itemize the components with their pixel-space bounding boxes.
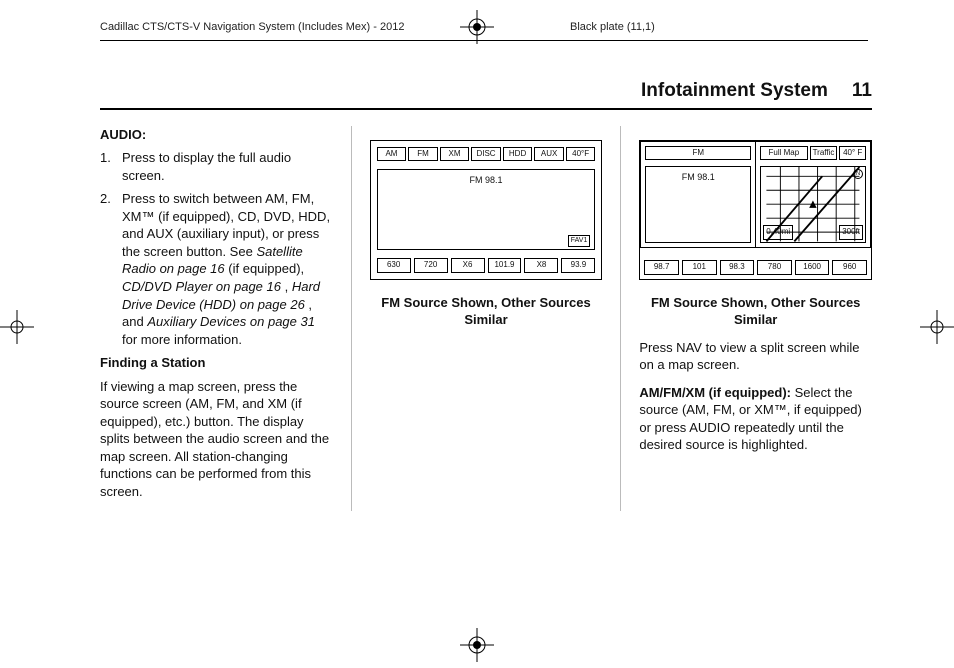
figure-split-screen: FM FM 98.1 Full Map Traffic 40° F (639, 140, 872, 280)
preset-4: 101.9 (488, 258, 522, 273)
step-text: Press to switch between AM, FM, XM™ (if … (122, 190, 333, 348)
split-audio-pane: FM FM 98.1 (641, 142, 756, 247)
source-tabs: AM FM XM DISC HDD AUX 40°F (377, 147, 596, 162)
preset-5: X8 (524, 258, 558, 273)
header-note-left: Cadillac CTS/CTS-V Navigation System (In… (100, 20, 404, 35)
header-note-right: Black plate (11,1) (570, 20, 655, 35)
preset-5: 1600 (795, 260, 830, 275)
pane-fm: FM (645, 146, 751, 161)
tab-hdd: HDD (503, 147, 533, 162)
preset-6: 960 (832, 260, 867, 275)
step-2: 2. Press to switch between AM, FM, XM™ (… (100, 190, 333, 348)
tab-aux: AUX (534, 147, 564, 162)
tab-temp: 40°F (566, 147, 596, 162)
lead-in: AM/FM/XM (if equipped): (639, 385, 791, 400)
header-rule (100, 40, 868, 41)
step-1: 1. Press to display the full audio scree… (100, 149, 333, 184)
temp-readout: 40° F (839, 146, 866, 161)
tab-fm: FM (408, 147, 438, 162)
figure-caption: FM Source Shown, Other Sources Similar (370, 294, 603, 329)
xref: CD/DVD Player on page 16 (122, 279, 281, 294)
registration-mark-icon (920, 310, 954, 344)
figure-audio-screen: AM FM XM DISC HDD AUX 40°F FM 98.1 FAV1 … (370, 140, 603, 280)
t: , (285, 279, 292, 294)
tab-am: AM (377, 147, 407, 162)
page-body: Infotainment System 11 AUDIO: 1. Press t… (100, 78, 872, 638)
preset-3: X6 (451, 258, 485, 273)
finding-body: If viewing a map screen, press the sourc… (100, 378, 333, 501)
preset-1: 630 (377, 258, 411, 273)
page-number: 11 (852, 78, 872, 104)
map-view: 0.40mi 300ft N (760, 166, 866, 242)
station-readout: FM 98.1 (470, 174, 503, 186)
finding-heading: Finding a Station (100, 354, 333, 372)
registration-mark-icon (460, 10, 494, 44)
step-number: 2. (100, 190, 114, 348)
section-title: Infotainment System (641, 78, 828, 104)
fav-badge: FAV1 (568, 235, 591, 246)
preset-4: 780 (757, 260, 792, 275)
station-display: FM 98.1 FAV1 (377, 169, 596, 249)
station-readout: FM 98.1 (682, 171, 715, 183)
preset-row: 98.7 101 98.3 780 1600 960 (640, 256, 871, 279)
figure-caption: FM Source Shown, Other Sources Similar (639, 294, 872, 329)
preset-3: 98.3 (720, 260, 755, 275)
btn-traffic: Traffic (810, 146, 838, 161)
step-text: Press to display the full audio screen. (122, 149, 333, 184)
preset-2: 101 (682, 260, 717, 275)
step-number: 1. (100, 149, 114, 184)
tab-xm: XM (440, 147, 470, 162)
column-3: FM FM 98.1 Full Map Traffic 40° F (620, 126, 872, 511)
preset-6: 93.9 (561, 258, 595, 273)
nav-instruction: Press NAV to view a split screen while o… (639, 339, 872, 374)
column-2: AM FM XM DISC HDD AUX 40°F FM 98.1 FAV1 … (351, 126, 603, 511)
btn-fullmap: Full Map (760, 146, 807, 161)
pane-station: FM 98.1 (645, 166, 751, 242)
t: (if equipped), (228, 261, 304, 276)
source-instruction: AM/FM/XM (if equipped): Select the sourc… (639, 384, 872, 454)
scale-readout: 300ft (839, 225, 863, 240)
preset-2: 720 (414, 258, 448, 273)
preset-1: 98.7 (644, 260, 679, 275)
split-map-pane: Full Map Traffic 40° F (756, 142, 870, 247)
tab-disc: DISC (471, 147, 501, 162)
distance-readout: 0.40mi (763, 225, 793, 240)
column-1: AUDIO: 1. Press to display the full audi… (100, 126, 333, 511)
registration-mark-icon (0, 310, 34, 344)
audio-heading: AUDIO: (100, 126, 333, 144)
t: for more information. (122, 332, 242, 347)
running-head: Infotainment System 11 (100, 78, 872, 110)
xref: Auxiliary Devices on page 31 (147, 314, 315, 329)
preset-row: 630 720 X6 101.9 X8 93.9 (377, 258, 596, 273)
